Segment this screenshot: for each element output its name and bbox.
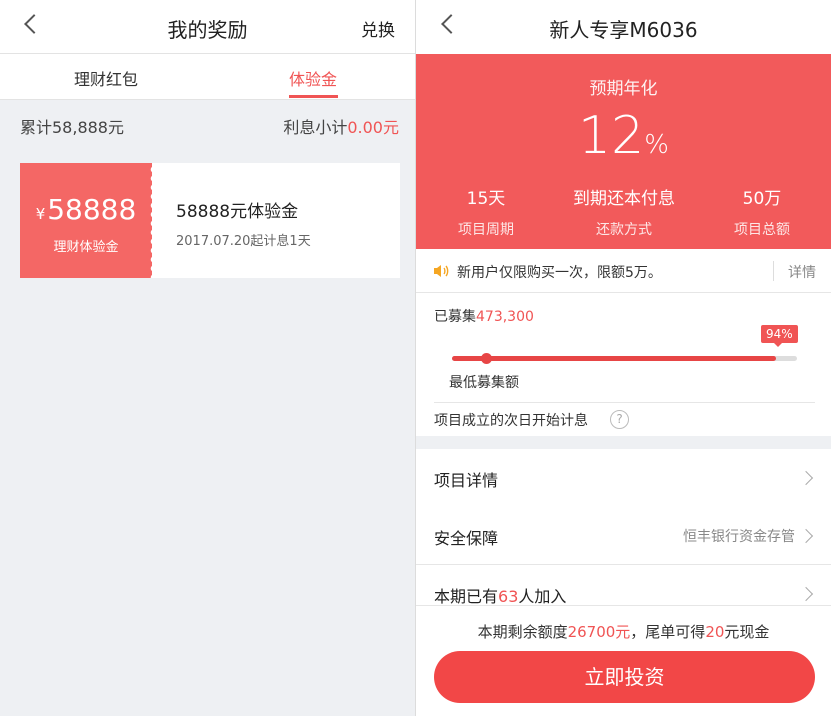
rate-value: 12 (578, 106, 645, 166)
rewards-screen: 我的奖励 兑换 理财红包 体验金 累计58,888元 利息小计0.00元 ¥58… (0, 0, 415, 716)
minimum-marker (481, 353, 492, 364)
interest-subtotal: 利息小计0.00元 (283, 114, 399, 138)
help-icon[interactable]: ? (610, 410, 629, 429)
detail-list: 项目详情 安全保障 恒丰银行资金存管 本期已有63人加入 (416, 449, 831, 607)
note-amount: 26700元 (567, 623, 631, 641)
perforated-edge (146, 163, 158, 278)
page-title: 我的奖励 (167, 18, 248, 42)
expected-rate: 12% (416, 106, 831, 166)
coupon-amount-value: 58888 (47, 193, 137, 226)
bottom-bar: 本期剩余额度26700元，尾单可得20元现金 立即投资 (416, 605, 831, 716)
row-security[interactable]: 安全保障 恒丰银行资金存管 (416, 507, 831, 565)
rate-unit: % (644, 130, 669, 160)
stat-value: 到期还本付息 (573, 189, 675, 209)
chevron-right-icon (798, 586, 814, 602)
raised-label: 已募集 (434, 309, 476, 325)
navbar: 新人专享M6036 (416, 0, 831, 54)
note-mid: ，尾单可得 (630, 623, 706, 641)
note-cash: 20 (705, 623, 725, 641)
coupon-title: 58888元体验金 (176, 202, 299, 222)
speaker-icon (434, 265, 449, 277)
stat-label: 还款方式 (596, 222, 652, 238)
interest-value: 0.00元 (347, 118, 399, 137)
row-project-details[interactable]: 项目详情 (416, 449, 831, 507)
expected-rate-label: 预期年化 (589, 79, 658, 99)
row-value: 恒丰银行资金存管 (683, 529, 795, 545)
progress-fill (452, 356, 777, 361)
row-label: 本期已有63人加入 (434, 583, 566, 607)
product-screen: 新人专享M6036 预期年化 12% 15天 项目周期 到期还本付息 还款方式 … (416, 0, 831, 716)
chevron-right-icon (798, 528, 814, 544)
stat-value: 50万 (742, 189, 782, 209)
notice-text: 新用户仅限购买一次，限额5万。 (457, 265, 662, 281)
progress-percent-badge: 94% (761, 325, 798, 347)
coupon-amount: ¥58888 (20, 193, 152, 226)
notice-bar: 新用户仅限购买一次，限额5万。 详情 (416, 249, 831, 293)
note-suffix: 元现金 (724, 623, 770, 641)
remaining-note: 本期剩余额度26700元，尾单可得20元现金 (416, 621, 831, 642)
tab-bar: 理财红包 体验金 (0, 54, 415, 100)
stat-label: 项目周期 (458, 222, 514, 238)
notice-details-link[interactable]: 详情 (788, 262, 816, 282)
participants-count: 63 (498, 587, 519, 606)
coupon-type: 理财体验金 (53, 240, 119, 255)
raised-value: 473,300 (476, 309, 534, 325)
tab-trial-fund[interactable]: 体验金 (289, 66, 337, 90)
stat-value: 15天 (466, 189, 506, 209)
notice-separator (773, 261, 774, 281)
raised-amount: 已募集473,300 (434, 306, 534, 326)
summary-bar: 累计58,888元 利息小计0.00元 (0, 100, 415, 146)
participants-prefix: 本期已有 (434, 587, 499, 606)
coupon-date: 2017.07.20起计息1天 (176, 234, 311, 249)
navbar: 我的奖励 兑换 (0, 0, 415, 54)
invest-button[interactable]: 立即投资 (434, 651, 815, 703)
coupon-stub: ¥58888 理财体验金 (20, 163, 152, 278)
trial-fund-coupon[interactable]: ¥58888 理财体验金 58888元体验金 2017.07.20起计息1天 (20, 163, 400, 278)
redeem-button[interactable]: 兑换 (361, 16, 395, 41)
chevron-right-icon (798, 470, 814, 486)
row-label: 项目详情 (434, 471, 499, 490)
stat-total: 50万 项目总额 (692, 184, 831, 239)
participants-suffix: 人加入 (518, 587, 567, 606)
active-tab-indicator (289, 95, 338, 98)
currency-symbol: ¥ (35, 205, 46, 223)
stat-repayment: 到期还本付息 还款方式 (554, 184, 694, 239)
stat-period: 15天 项目周期 (416, 184, 556, 239)
minimum-label: 最低募集额 (449, 375, 519, 391)
note-prefix: 本期剩余额度 (477, 623, 568, 641)
interest-label: 利息小计 (283, 118, 348, 137)
stat-label: 项目总额 (734, 222, 790, 238)
row-label: 安全保障 (434, 529, 499, 548)
tab-red-packet[interactable]: 理财红包 (74, 66, 138, 90)
rate-banner: 预期年化 12% 15天 项目周期 到期还本付息 还款方式 50万 项目总额 (416, 54, 831, 249)
fundraising-panel: 已募集473,300 94% 最低募集额 项目成立的次日开始计息 ? (416, 293, 831, 436)
interest-start-info: 项目成立的次日开始计息 (434, 413, 588, 429)
page-title: 新人专享M6036 (549, 18, 698, 42)
divider (434, 402, 815, 403)
progress-track (452, 356, 797, 361)
total-label: 累计58,888元 (20, 118, 124, 137)
